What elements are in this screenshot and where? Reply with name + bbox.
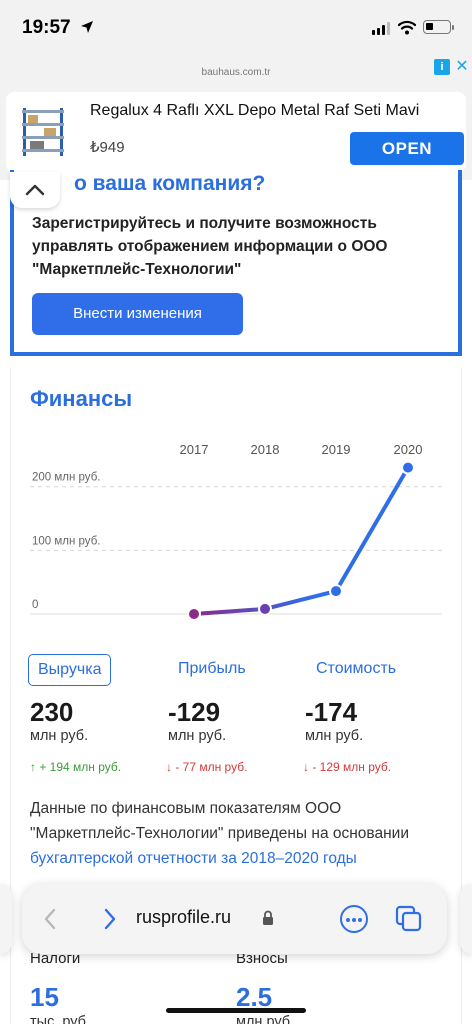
finance-description: Данные по финансовым показателям ООО "Ма… xyxy=(30,796,440,871)
y-tick-label: 100 млн руб. xyxy=(32,535,100,547)
description-text: Данные по финансовым показателям ООО "Ма… xyxy=(30,800,409,842)
revenue-line xyxy=(192,465,410,616)
x-tick-label: 2019 xyxy=(322,442,351,457)
data-point[interactable] xyxy=(258,601,272,616)
value-unit: млн руб. xyxy=(305,728,364,744)
ad-price: ₺949 xyxy=(90,139,125,156)
company-heading: о ваша компания? xyxy=(74,172,266,195)
profit-change: ↓ - 77 млн руб. xyxy=(166,760,248,774)
profit-unit: млн руб. xyxy=(168,728,227,744)
wifi-icon xyxy=(398,20,416,35)
location-arrow-icon xyxy=(81,21,93,33)
battery-icon xyxy=(423,20,454,34)
home-indicator xyxy=(166,1008,306,1013)
address-bar[interactable]: rusprofile.ru xyxy=(136,907,231,928)
ad-domain: bauhaus.com.tr xyxy=(201,67,271,78)
ad-close-icon[interactable]: ✕ xyxy=(454,59,470,75)
tab-revenue[interactable]: Выручка xyxy=(28,654,112,686)
shelf-product-image xyxy=(22,108,64,156)
finance-title: Финансы xyxy=(30,386,133,411)
value-value: -174 xyxy=(305,697,358,727)
lock-icon xyxy=(263,910,273,925)
tab-profit[interactable]: Прибыль xyxy=(178,654,246,686)
tab-value[interactable]: Стоимость xyxy=(316,654,396,686)
collapse-ad-button[interactable] xyxy=(10,172,60,208)
x-tick-label: 2017 xyxy=(180,442,209,457)
ad-title[interactable]: Regalux 4 Raflı XXL Depo Metal Raf Seti … xyxy=(90,102,419,120)
chevron-up-icon xyxy=(25,184,45,196)
revenue-value: 230 xyxy=(30,697,74,727)
forward-icon[interactable] xyxy=(102,907,118,931)
more-options-icon[interactable] xyxy=(340,905,368,933)
finance-tabs: Выручка Прибыль Стоимость xyxy=(28,654,448,686)
y-tick-label: 0 xyxy=(32,599,38,611)
browser-toolbar: rusprofile.ru xyxy=(22,884,447,954)
y-tick-label: 200 млн руб. xyxy=(32,472,100,484)
ad-card[interactable]: Regalux 4 Raflı XXL Depo Metal Raf Seti … xyxy=(6,92,466,172)
cellular-signal-icon xyxy=(372,22,390,35)
back-icon[interactable] xyxy=(42,907,58,931)
x-tick-label: 2018 xyxy=(251,442,280,457)
taxes-unit: тыс. руб. xyxy=(30,1014,91,1024)
status-time: 19:57 xyxy=(22,17,71,38)
company-claim-text: Зарегистрируйтесь и получите возможность… xyxy=(32,215,388,278)
contributions-unit: млн руб. xyxy=(236,1014,295,1024)
edit-info-button[interactable]: Внести изменения xyxy=(32,293,243,335)
ad-banner[interactable]: bauhaus.com.tr i ✕ Regalux 4 Raflı XXL D… xyxy=(0,56,472,180)
profit-value: -129 xyxy=(168,697,221,727)
report-link[interactable]: бухгалтерской отчетности за 2018–2020 го… xyxy=(30,850,357,867)
revenue-change: ↑ + 194 млн руб. xyxy=(30,760,122,774)
taxes-value[interactable]: 15 xyxy=(30,982,59,1013)
ad-info-icon[interactable]: i xyxy=(434,59,450,75)
status-bar: 19:57 xyxy=(0,0,472,56)
company-claim-card: о ваша компания? Зарегистрируйтесь и пол… xyxy=(10,170,462,356)
revenue-unit: млн руб. xyxy=(30,728,89,744)
next-tab-edge[interactable] xyxy=(460,884,472,954)
data-point[interactable] xyxy=(329,584,343,599)
revenue-chart: 200 млн руб. 100 млн руб. 0 2017 2018 2019 202… xyxy=(30,442,442,621)
data-point[interactable] xyxy=(401,460,415,475)
data-point[interactable] xyxy=(187,607,201,621)
previous-tab-edge[interactable] xyxy=(0,884,12,954)
x-tick-label: 2020 xyxy=(394,442,423,457)
ad-open-button[interactable]: OPEN xyxy=(350,132,464,165)
value-change: ↓ - 129 млн руб. xyxy=(303,760,392,774)
tabs-overview-icon[interactable] xyxy=(394,904,424,934)
